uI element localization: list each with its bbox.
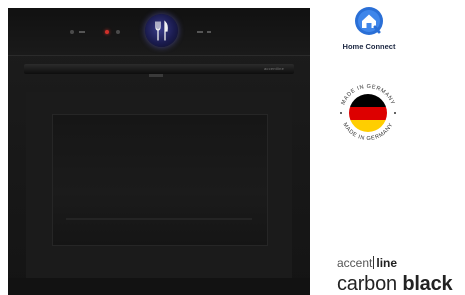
product-line-suffix: line xyxy=(376,256,398,270)
model-label: accentline xyxy=(264,66,285,71)
panel-indicator xyxy=(207,31,211,33)
home-connect-label: Home Connect xyxy=(342,42,396,51)
made-in-germany-badge: MADE IN GERMANY MADE IN GERMANY xyxy=(340,84,396,142)
status-light xyxy=(105,30,109,34)
finish-bold: black xyxy=(402,273,453,295)
power-indicator xyxy=(70,30,74,34)
finish-name: carbon black xyxy=(337,273,453,295)
product-image: accentline Home Connect MADE IN GERMANY xyxy=(0,0,465,295)
oven-base xyxy=(8,278,310,295)
finish-regular: carbon xyxy=(337,273,397,295)
home-connect-icon xyxy=(355,7,383,35)
oven: accentline xyxy=(8,8,310,295)
door-handle[interactable] xyxy=(24,64,294,74)
product-line-prefix: accent xyxy=(337,256,373,270)
cutlery-icon xyxy=(155,20,168,41)
oven-window xyxy=(52,114,268,246)
panel-indicator xyxy=(197,31,203,33)
product-line: accent line xyxy=(337,256,397,270)
panel-indicator xyxy=(116,30,120,34)
circular-display[interactable] xyxy=(145,14,178,47)
oven-rack xyxy=(66,218,252,220)
panel-indicator xyxy=(79,31,85,33)
brand-plate xyxy=(149,74,163,77)
divider xyxy=(373,256,375,269)
control-panel xyxy=(8,8,310,56)
